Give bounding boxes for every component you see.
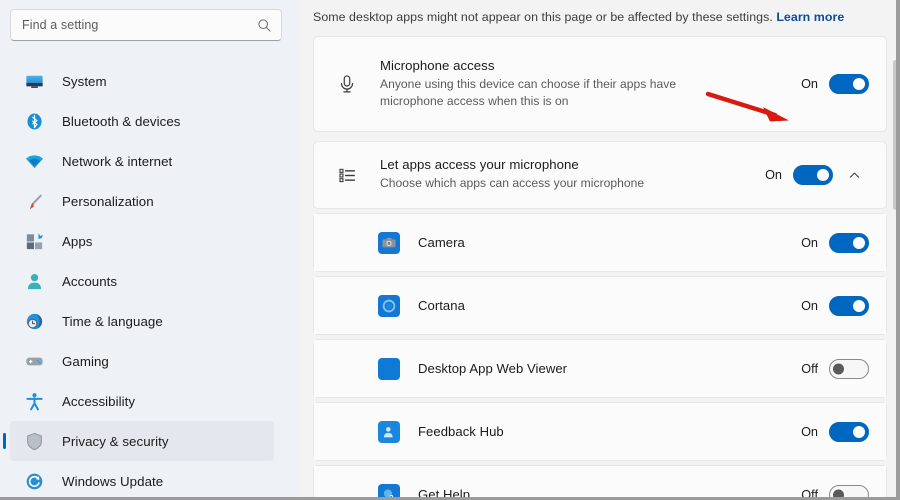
let-apps-access-subtitle: Choose which apps can access your microp…: [380, 176, 645, 191]
search-box[interactable]: [10, 9, 282, 41]
cortana-app-icon: [378, 294, 400, 317]
app-toggle-feedbackhub[interactable]: [829, 421, 869, 442]
sidebar-item-bluetooth-devices[interactable]: Bluetooth & devices: [10, 101, 274, 141]
search-icon: [257, 18, 272, 33]
app-row-feedbackhub-card: Feedback Hub On: [313, 402, 887, 461]
app-state: On: [801, 424, 818, 439]
apps-icon: [23, 230, 45, 252]
app-name: Feedback Hub: [418, 424, 504, 439]
sidebar-item-privacy-security[interactable]: Privacy & security: [10, 421, 274, 461]
sidebar-item-apps[interactable]: Apps: [10, 221, 274, 261]
sidebar-item-label: Bluetooth & devices: [62, 113, 181, 129]
sidebar-item-accounts[interactable]: Accounts: [10, 261, 274, 301]
app-toggle-webviewer[interactable]: [829, 358, 869, 379]
sidebar-item-time-language[interactable]: Time & language: [10, 301, 274, 341]
monitor-icon: [23, 70, 45, 92]
sidebar-item-accessibility[interactable]: Accessibility: [10, 381, 274, 421]
clock-globe-icon: [23, 310, 45, 332]
sidebar-item-label: Accounts: [62, 273, 118, 289]
app-name: Cortana: [418, 298, 465, 313]
person-icon: [23, 270, 45, 292]
camera-app-icon: [378, 231, 400, 254]
accessibility-icon: [23, 390, 45, 412]
microphone-access-title: Microphone access: [380, 57, 495, 73]
toggle-knob: [833, 363, 844, 374]
sidebar-item-label: Accessibility: [62, 393, 136, 409]
window-right-edge: [896, 0, 900, 500]
app-row-cortana-card: Cortana On: [313, 276, 887, 335]
sidebar-item-windows-update[interactable]: Windows Update: [10, 461, 274, 500]
microphone-access-texts: Microphone access Anyone using this devi…: [380, 58, 799, 111]
toggle-knob: [853, 236, 865, 249]
sidebar-item-label: Gaming: [62, 353, 109, 369]
app-row-camera-card: Camera On: [313, 213, 887, 272]
let-apps-access-title: Let apps access your microphone: [380, 157, 579, 173]
gamepad-icon: [23, 350, 45, 372]
toggle-knob: [853, 425, 865, 438]
microphone-access-row[interactable]: Microphone access Anyone using this devi…: [314, 37, 886, 131]
sidebar-item-personalization[interactable]: Personalization: [10, 181, 274, 221]
table-row[interactable]: Desktop App Web Viewer Off: [314, 340, 886, 397]
let-apps-access-state: On: [765, 168, 782, 182]
feedbackhub-app-icon: [378, 420, 400, 443]
sidebar-item-gaming[interactable]: Gaming: [10, 341, 274, 381]
microphone-access-card: Microphone access Anyone using this devi…: [313, 36, 887, 132]
update-icon: [23, 470, 45, 492]
microphone-icon: [334, 73, 360, 95]
sidebar-nav: System Bluetooth & devices Network & int…: [0, 61, 300, 500]
sidebar-item-network-internet[interactable]: Network & internet: [10, 141, 274, 181]
table-row[interactable]: Cortana On: [314, 277, 886, 334]
bluetooth-icon: [23, 110, 45, 132]
let-apps-access-row[interactable]: Let apps access your microphone Choose w…: [314, 142, 886, 208]
webviewer-app-icon: [378, 357, 400, 380]
app-toggle-camera[interactable]: [829, 232, 869, 253]
sidebar-item-label: Personalization: [62, 193, 154, 209]
list-icon: [334, 165, 360, 186]
table-row[interactable]: Camera On: [314, 214, 886, 271]
app-row-webviewer-card: Desktop App Web Viewer Off: [313, 339, 887, 398]
app-state: Off: [801, 361, 818, 376]
let-apps-access-texts: Let apps access your microphone Choose w…: [380, 157, 763, 193]
toggle-knob: [853, 78, 865, 90]
app-name: Desktop App Web Viewer: [418, 361, 568, 376]
toggle-knob: [853, 299, 865, 312]
app-state: On: [801, 235, 818, 250]
info-banner-text: Some desktop apps might not appear on th…: [313, 10, 777, 24]
let-apps-access-toggle[interactable]: [793, 165, 833, 185]
learn-more-link[interactable]: Learn more: [776, 10, 844, 24]
sidebar-item-label: Time & language: [62, 313, 163, 329]
app-name: Camera: [418, 235, 465, 250]
info-banner: Some desktop apps might not appear on th…: [313, 0, 883, 28]
shield-icon: [23, 430, 45, 452]
app-toggle-cortana[interactable]: [829, 295, 869, 316]
table-row[interactable]: Feedback Hub On: [314, 403, 886, 460]
chevron-up-icon[interactable]: [839, 169, 869, 182]
wifi-icon: [23, 150, 45, 172]
main-content: Some desktop apps might not appear on th…: [300, 0, 900, 500]
app-state: On: [801, 298, 818, 313]
sidebar-item-system[interactable]: System: [10, 61, 274, 101]
microphone-access-subtitle: Anyone using this device can choose if t…: [380, 76, 677, 109]
app-row-gethelp-card: ? Get Help Off: [313, 465, 887, 500]
microphone-access-state: On: [801, 77, 818, 91]
search-input[interactable]: [22, 18, 257, 32]
sidebar-item-label: Privacy & security: [62, 433, 169, 449]
microphone-access-toggle[interactable]: [829, 74, 869, 94]
toggle-knob: [817, 169, 829, 181]
settings-window: System Bluetooth & devices: [0, 0, 900, 500]
paintbrush-icon: [23, 190, 45, 212]
let-apps-access-card: Let apps access your microphone Choose w…: [313, 141, 887, 209]
sidebar-item-label: Apps: [62, 233, 93, 249]
sidebar: System Bluetooth & devices: [0, 0, 300, 500]
sidebar-item-label: Windows Update: [62, 473, 164, 489]
sidebar-item-label: System: [62, 73, 107, 89]
sidebar-item-label: Network & internet: [62, 153, 173, 169]
table-row[interactable]: ? Get Help Off: [314, 466, 886, 500]
